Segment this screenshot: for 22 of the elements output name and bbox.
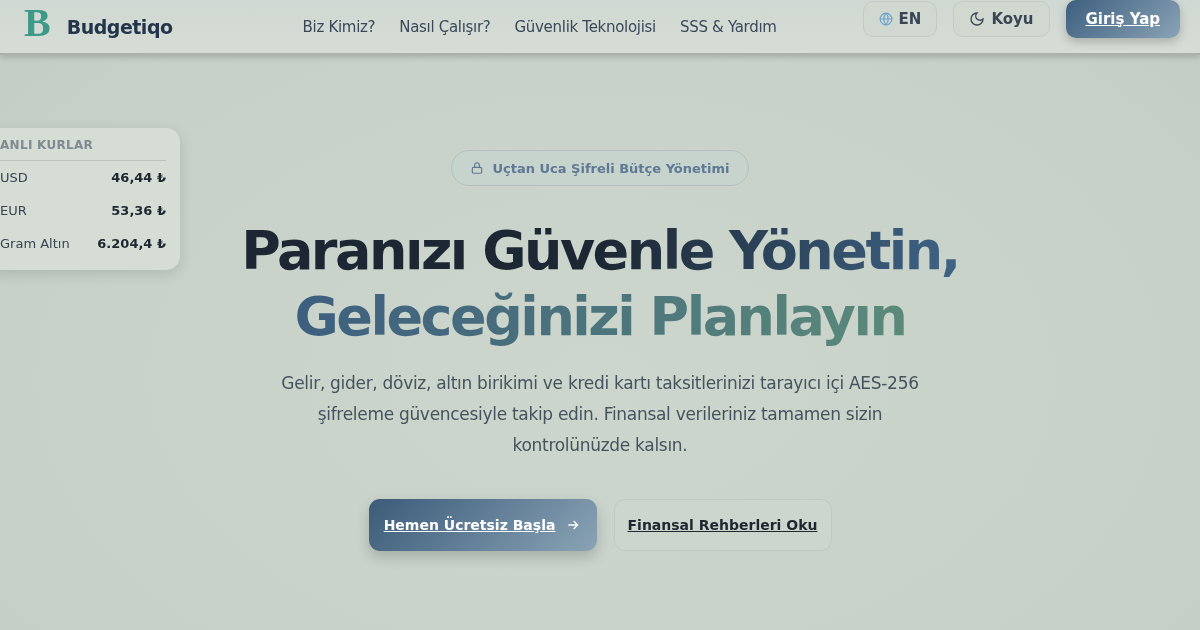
nav-link[interactable]: Nasıl Çalışır?	[399, 17, 491, 36]
login-button[interactable]: Giriş Yap	[1065, 0, 1180, 38]
currency-label: USD	[0, 170, 28, 185]
language-button[interactable]: EN	[862, 0, 938, 37]
guides-button[interactable]: Finansal Rehberleri Oku	[613, 499, 832, 551]
lock-icon	[470, 161, 485, 175]
globe-icon	[878, 11, 893, 26]
currency-value: 46,44 ₺	[111, 170, 166, 185]
brand-name: Budgetiqo	[66, 15, 173, 38]
currency-value: 53,36 ₺	[111, 203, 166, 218]
start-button[interactable]: Hemen Ücretsiz Başla	[368, 499, 597, 551]
nav-link[interactable]: SSS & Yardım	[679, 17, 777, 36]
currency-value: 6.204,4 ₺	[97, 236, 166, 251]
moon-icon	[969, 10, 986, 27]
currency-label: Gram Altın	[0, 236, 70, 251]
nav-link[interactable]: Biz Kimiz?	[302, 17, 376, 36]
card-title: ANLI KURLAR	[0, 138, 166, 161]
currency-label: EUR	[0, 203, 27, 218]
theme-button[interactable]: Koyu	[953, 0, 1050, 37]
description: Gelir, gider, döviz, altın birikimi ve kredi kartı taksitlerinizi tarayıcı içi AES-256 şifreleme güvencesiyle takip edin. Finansal verileriniz tamamen sizin kontrolünüzde kalsın.	[280, 372, 920, 457]
badge-text: Uçtan Uca Şifreli Bütçe Yönetimi	[492, 160, 730, 176]
nav-link[interactable]: Güvenlik Teknolojisi	[514, 17, 656, 36]
